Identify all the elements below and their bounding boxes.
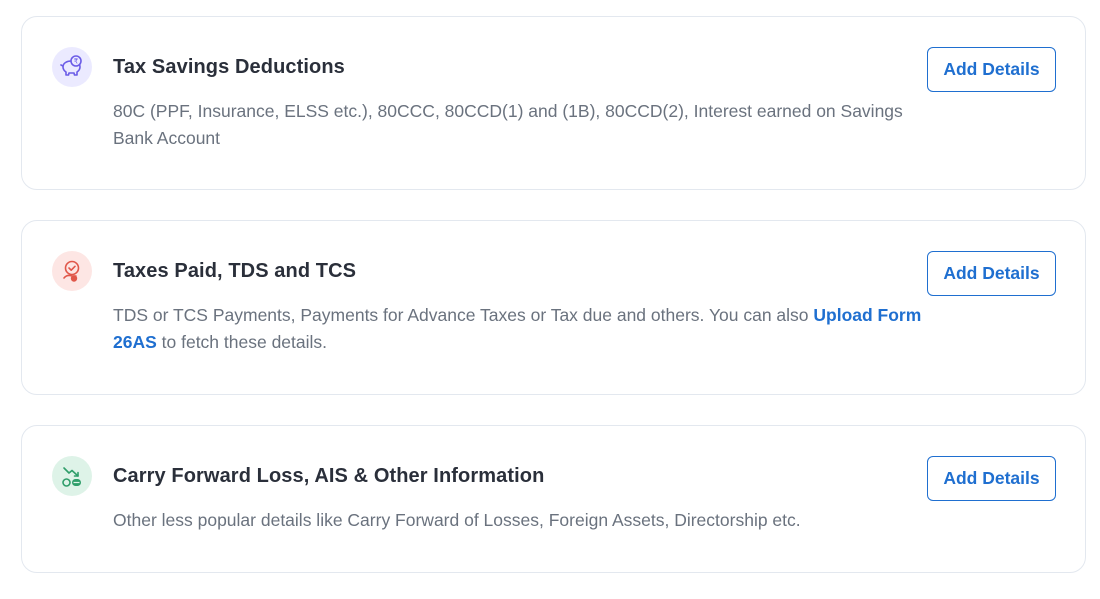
add-details-button[interactable]: Add Details bbox=[927, 456, 1056, 501]
card-description: Other less popular details like Carry Fo… bbox=[113, 510, 801, 530]
card-description: TDS or TCS Payments, Payments for Advanc… bbox=[113, 302, 923, 356]
tax-paid-check-icon bbox=[52, 251, 92, 291]
taxes-paid-card: Taxes Paid, TDS and TCS TDS or TCS Payme… bbox=[21, 220, 1086, 395]
card-title: Taxes Paid, TDS and TCS bbox=[113, 260, 357, 282]
card-title: Tax Savings Deductions bbox=[113, 56, 345, 78]
card-description: 80C (PPF, Insurance, ELSS etc.), 80CCC, … bbox=[113, 101, 903, 148]
tax-savings-deductions-card: ₹ Tax Savings Deductions 80C (PPF, Insur… bbox=[21, 16, 1086, 190]
description-text: TDS or TCS Payments, Payments for Advanc… bbox=[113, 305, 814, 325]
svg-text:₹: ₹ bbox=[74, 58, 79, 66]
description-text: to fetch these details. bbox=[156, 332, 328, 352]
carry-forward-loss-icon bbox=[52, 456, 92, 496]
carry-forward-loss-card: Carry Forward Loss, AIS & Other Informat… bbox=[21, 425, 1086, 573]
add-details-button[interactable]: Add Details bbox=[927, 251, 1056, 296]
piggy-bank-rupee-icon: ₹ bbox=[52, 47, 92, 87]
card-title: Carry Forward Loss, AIS & Other Informat… bbox=[113, 465, 545, 487]
add-details-button[interactable]: Add Details bbox=[927, 47, 1056, 92]
